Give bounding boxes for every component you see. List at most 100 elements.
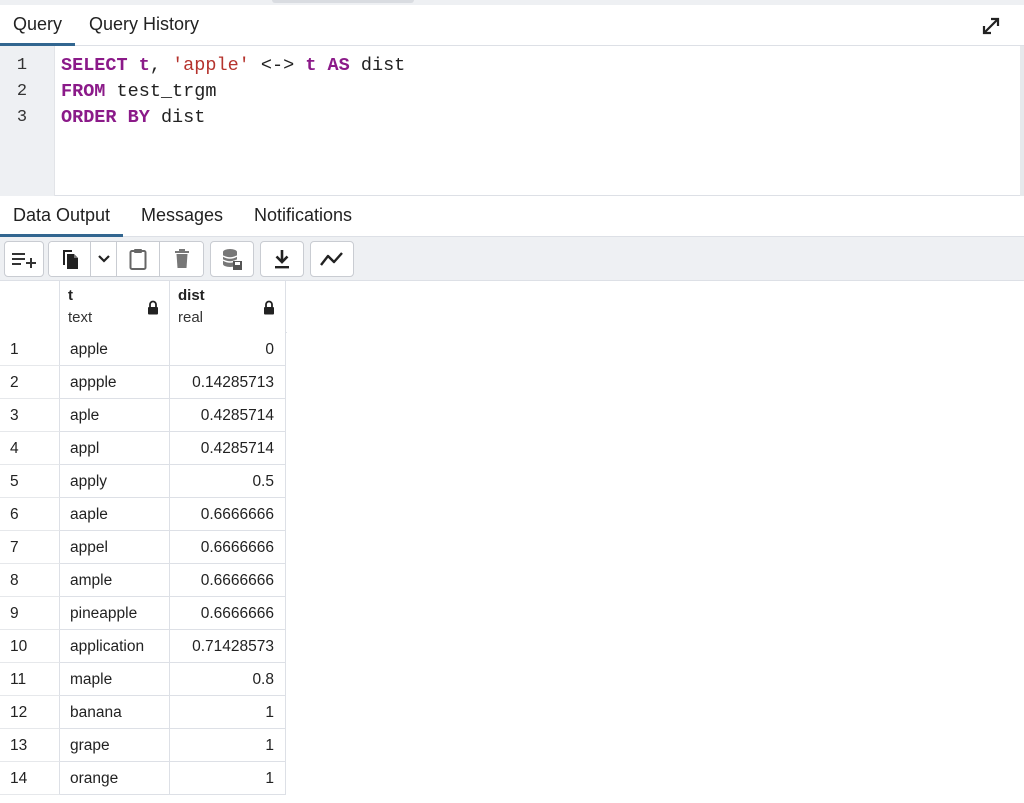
- comma: ,: [149, 55, 161, 76]
- download-icon: [275, 250, 289, 269]
- cell-t[interactable]: apply: [60, 465, 170, 498]
- panel-drag-handle[interactable]: [272, 0, 414, 3]
- copy-button[interactable]: [49, 242, 91, 276]
- column-header-dist[interactable]: dist real: [170, 281, 286, 333]
- row-number[interactable]: 9: [0, 597, 60, 630]
- table-row[interactable]: 3 aple 0.4285714: [0, 399, 287, 432]
- string-literal: 'apple': [172, 55, 250, 76]
- table-row[interactable]: 11 maple 0.8: [0, 663, 287, 696]
- column-ref: t: [305, 55, 317, 76]
- lock-icon: [148, 300, 158, 315]
- cell-t[interactable]: pineapple: [60, 597, 170, 630]
- save-data-icon: [222, 249, 242, 270]
- table-row[interactable]: 13 grape 1: [0, 729, 287, 762]
- table-row[interactable]: 10 application 0.71428573: [0, 630, 287, 663]
- row-number[interactable]: 5: [0, 465, 60, 498]
- cell-t[interactable]: ample: [60, 564, 170, 597]
- cell-dist[interactable]: 0.5: [170, 465, 286, 498]
- graph-icon: [320, 252, 343, 266]
- lock-icon: [264, 300, 274, 315]
- row-number[interactable]: 7: [0, 531, 60, 564]
- result-tabbar: Data Output Messages Notifications: [0, 196, 1024, 237]
- row-number[interactable]: 3: [0, 399, 60, 432]
- cell-t[interactable]: grape: [60, 729, 170, 762]
- cell-t[interactable]: appl: [60, 432, 170, 465]
- copy-paste-group: [48, 241, 204, 277]
- copy-options-dropdown[interactable]: [91, 242, 117, 276]
- cell-dist[interactable]: 0.8: [170, 663, 286, 696]
- alias: dist: [360, 55, 406, 76]
- download-button[interactable]: [260, 241, 304, 277]
- delete-button[interactable]: [160, 242, 203, 276]
- operator: <->: [260, 55, 295, 76]
- cell-t[interactable]: application: [60, 630, 170, 663]
- row-number[interactable]: 14: [0, 762, 60, 795]
- cell-dist[interactable]: 0.6666666: [170, 498, 286, 531]
- table-row[interactable]: 7 appel 0.6666666: [0, 531, 287, 564]
- line-number: 3: [16, 108, 28, 127]
- graph-visualiser-button[interactable]: [310, 241, 354, 277]
- table-row[interactable]: 14 orange 1: [0, 762, 287, 795]
- cell-t[interactable]: aaple: [60, 498, 170, 531]
- tab-data-output[interactable]: Data Output: [0, 196, 124, 237]
- row-number[interactable]: 1: [0, 333, 60, 366]
- cell-dist[interactable]: 0: [170, 333, 286, 366]
- paste-icon: [129, 249, 147, 270]
- tab-query[interactable]: Query: [0, 5, 76, 46]
- row-number[interactable]: 8: [0, 564, 60, 597]
- column-type: real: [178, 309, 204, 326]
- row-number[interactable]: 13: [0, 729, 60, 762]
- row-number-header[interactable]: [0, 281, 60, 333]
- cell-dist[interactable]: 1: [170, 696, 286, 729]
- table-row[interactable]: 1 apple 0: [0, 333, 287, 366]
- table-row[interactable]: 6 aaple 0.6666666: [0, 498, 287, 531]
- table-row[interactable]: 12 banana 1: [0, 696, 287, 729]
- chevron-down-icon: [97, 255, 110, 263]
- add-row-icon: [12, 253, 36, 268]
- cell-t[interactable]: appel: [60, 531, 170, 564]
- table-row[interactable]: 8 ample 0.6666666: [0, 564, 287, 597]
- column-header-t[interactable]: t text: [60, 281, 170, 333]
- row-number[interactable]: 12: [0, 696, 60, 729]
- column-ref: t: [138, 55, 150, 76]
- cell-t[interactable]: maple: [60, 663, 170, 696]
- data-toolbar: [0, 237, 1024, 281]
- cell-t[interactable]: appple: [60, 366, 170, 399]
- add-row-button[interactable]: [4, 241, 44, 277]
- cell-dist[interactable]: 0.6666666: [170, 597, 286, 630]
- cell-t[interactable]: orange: [60, 762, 170, 795]
- cell-dist[interactable]: 0.6666666: [170, 531, 286, 564]
- table-row[interactable]: 4 appl 0.4285714: [0, 432, 287, 465]
- editor-scrollbar[interactable]: [1020, 46, 1024, 196]
- delete-icon: [175, 249, 189, 268]
- row-number[interactable]: 11: [0, 663, 60, 696]
- expand-icon[interactable]: [980, 15, 1002, 37]
- line-number: 2: [16, 82, 28, 101]
- cell-dist[interactable]: 0.6666666: [170, 564, 286, 597]
- tab-notifications[interactable]: Notifications: [241, 196, 365, 237]
- cell-t[interactable]: banana: [60, 696, 170, 729]
- tab-query-history[interactable]: Query History: [76, 5, 212, 46]
- table-row[interactable]: 9 pineapple 0.6666666: [0, 597, 287, 630]
- order-column: dist: [160, 107, 206, 128]
- cell-dist[interactable]: 0.14285713: [170, 366, 286, 399]
- table-row[interactable]: 5 apply 0.5: [0, 465, 287, 498]
- code-line-1: SELECT t, 'apple' <-> t AS dist: [61, 55, 405, 76]
- table-row[interactable]: 2 appple 0.14285713: [0, 366, 287, 399]
- tab-messages[interactable]: Messages: [128, 196, 236, 237]
- paste-button[interactable]: [117, 242, 160, 276]
- cell-dist[interactable]: 0.4285714: [170, 432, 286, 465]
- row-number[interactable]: 4: [0, 432, 60, 465]
- row-number[interactable]: 2: [0, 366, 60, 399]
- cell-dist[interactable]: 1: [170, 729, 286, 762]
- cell-t[interactable]: apple: [60, 333, 170, 366]
- save-data-button[interactable]: [210, 241, 254, 277]
- sql-editor[interactable]: 1 2 3 SELECT t, 'apple' <-> t AS dist FR…: [0, 46, 1024, 196]
- cell-dist[interactable]: 0.4285714: [170, 399, 286, 432]
- row-number[interactable]: 10: [0, 630, 60, 663]
- code-line-2: FROM test_trgm: [61, 81, 216, 102]
- cell-t[interactable]: aple: [60, 399, 170, 432]
- cell-dist[interactable]: 0.71428573: [170, 630, 286, 663]
- row-number[interactable]: 6: [0, 498, 60, 531]
- cell-dist[interactable]: 1: [170, 762, 286, 795]
